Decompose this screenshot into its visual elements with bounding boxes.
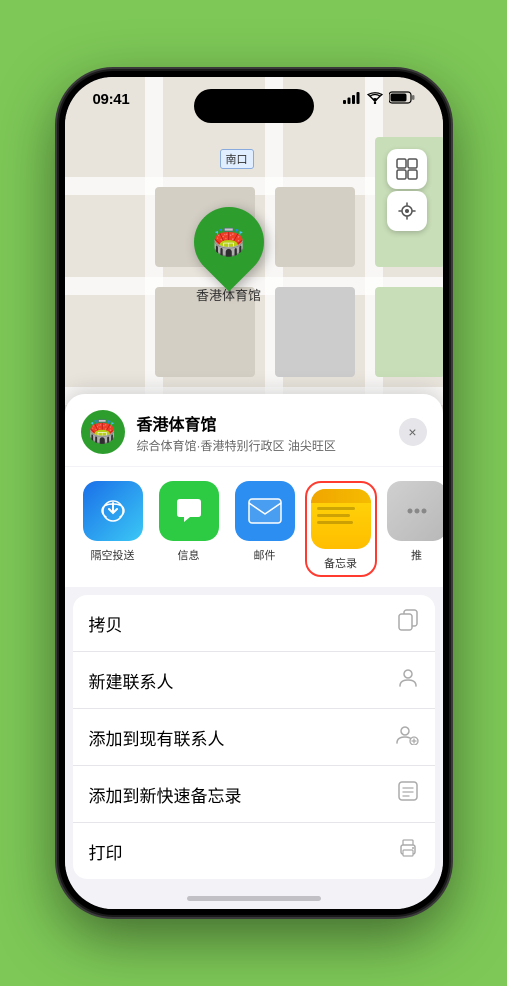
print-label: 打印 [89, 839, 123, 864]
home-indicator [187, 896, 321, 901]
action-print[interactable]: 打印 [73, 823, 435, 879]
notes-label: 备忘录 [324, 555, 357, 571]
share-item-notes[interactable]: 备忘录 [305, 481, 377, 577]
quick-note-icon [397, 780, 419, 808]
action-quick-note[interactable]: 添加到新快速备忘录 [73, 766, 435, 823]
more-label: 推 [411, 547, 422, 563]
status-icons [343, 91, 415, 104]
person-add-icon [395, 723, 419, 751]
messages-label: 信息 [178, 547, 200, 563]
action-list: 拷贝 新建联系人 [73, 595, 435, 879]
action-new-contact[interactable]: 新建联系人 [73, 652, 435, 709]
print-icon [397, 837, 419, 865]
location-button[interactable] [387, 191, 427, 231]
mail-icon[interactable] [235, 481, 295, 541]
messages-icon[interactable] [159, 481, 219, 541]
dynamic-island [194, 89, 314, 123]
copy-label: 拷贝 [89, 611, 123, 636]
signal-icon [343, 92, 361, 104]
sheet-header: 🏟️ 香港体育馆 综合体育馆·香港特别行政区 油尖旺区 × [65, 394, 443, 466]
copy-icon [397, 609, 419, 637]
share-item-airdrop[interactable]: 隔空投送 [77, 481, 149, 577]
bottom-sheet: 🏟️ 香港体育馆 综合体育馆·香港特别行政区 油尖旺区 × [65, 394, 443, 909]
quick-note-label: 添加到新快速备忘录 [89, 782, 242, 807]
map-view-toggle[interactable] [387, 149, 427, 189]
share-item-mail[interactable]: 邮件 [229, 481, 301, 577]
share-row: 隔空投送 信息 [65, 467, 443, 587]
airdrop-icon[interactable] [83, 481, 143, 541]
more-icon[interactable] [387, 481, 443, 541]
person-icon [397, 666, 419, 694]
mail-label: 邮件 [254, 547, 276, 563]
venue-icon: 🏟️ [81, 410, 125, 454]
close-button[interactable]: × [399, 418, 427, 446]
map-controls[interactable] [387, 149, 427, 231]
venue-info: 香港体育馆 综合体育馆·香港特别行政区 油尖旺区 [137, 411, 387, 454]
location-pin: 🏟️ 香港体育馆 [194, 207, 264, 304]
add-existing-label: 添加到现有联系人 [89, 725, 225, 750]
venue-name: 香港体育馆 [137, 411, 387, 435]
airdrop-label: 隔空投送 [91, 547, 135, 563]
share-item-messages[interactable]: 信息 [153, 481, 225, 577]
action-copy[interactable]: 拷贝 [73, 595, 435, 652]
venue-description: 综合体育馆·香港特别行政区 油尖旺区 [137, 437, 387, 454]
map-label: 南口 [220, 149, 254, 169]
wifi-icon [367, 92, 383, 104]
share-item-more[interactable]: 推 [381, 481, 443, 577]
notes-icon[interactable] [311, 489, 371, 549]
action-add-existing[interactable]: 添加到现有联系人 [73, 709, 435, 766]
new-contact-label: 新建联系人 [89, 668, 174, 693]
battery-icon [389, 91, 415, 104]
status-time: 09:41 [93, 91, 130, 108]
